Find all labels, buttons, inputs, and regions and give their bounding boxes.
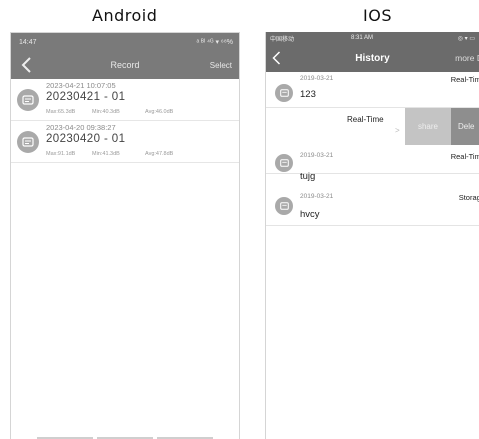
record-name: 20230421 - 01	[46, 91, 126, 103]
more-button[interactable]: more D	[455, 53, 479, 63]
record-icon	[17, 131, 39, 153]
record-type: Real-Time	[450, 152, 479, 161]
record-icon	[17, 89, 39, 111]
android-status-time: 14:47	[19, 38, 37, 46]
swiped-row-type: Real-Time	[347, 115, 384, 124]
ios-status-carrier: 中国移动	[270, 36, 295, 43]
list-item[interactable]: 2023-04-21 10:07:05 20230421 - 01 Max:65…	[11, 79, 239, 121]
record-date: 2019-03-21	[300, 152, 334, 159]
android-app-bar: Record Select	[11, 51, 239, 79]
android-status-bar: 14:47 ᵃ ᴮᴵ ⁴ᴳ ▾ ⁶⁸%	[11, 33, 239, 51]
delete-button[interactable]: Dele	[451, 108, 479, 145]
record-type: Real-Time	[450, 75, 479, 84]
record-min: Min:41.3dB	[92, 151, 120, 157]
record-type: Storage	[458, 193, 479, 202]
share-button[interactable]: share	[405, 108, 451, 145]
record-name: 123	[300, 89, 316, 100]
back-icon[interactable]	[272, 49, 286, 67]
record-max: Max:65.3dB	[46, 109, 76, 115]
record-date: 2023-04-21 10:07:05	[46, 81, 116, 90]
record-date: 2023-04-20 09:38:27	[46, 123, 116, 132]
record-date: 2019-03-21	[300, 75, 334, 82]
android-page-title: Record	[110, 60, 140, 70]
record-icon	[275, 84, 293, 102]
record-name: tujg	[300, 171, 316, 182]
record-icon	[275, 197, 293, 215]
chevron-right-icon: >	[395, 126, 400, 135]
record-stats: Max:91.1dB Min:41.3dB Avg:47.8dB	[46, 151, 173, 157]
record-avg: Avg:46.0dB	[145, 109, 174, 115]
record-icon	[275, 154, 293, 172]
ios-page-title: History	[355, 52, 390, 64]
back-icon[interactable]	[17, 55, 35, 75]
record-min: Min:40.3dB	[92, 109, 120, 115]
record-stats: Max:65.3dB Min:40.3dB Avg:46.0dB	[46, 109, 173, 115]
android-label: Android	[92, 6, 158, 25]
record-avg: Avg:47.8dB	[145, 151, 174, 157]
list-item[interactable]: 2019-03-21 Real-Time tujg	[266, 149, 479, 182]
list-item[interactable]: 2019-03-21 Real-Time 123	[266, 72, 479, 108]
ios-screen: 中国移动 8:31 AM ◎ ▾ ▭ History more D 2019-0…	[265, 32, 479, 439]
list-item[interactable]: 2023-04-20 09:38:27 20230420 - 01 Max:91…	[11, 121, 239, 163]
ios-nav-bar: History more D	[266, 44, 479, 72]
ios-status-icons: ◎ ▾ ▭	[457, 35, 475, 42]
record-name: hvcy	[300, 209, 320, 220]
android-screen: 14:47 ᵃ ᴮᴵ ⁴ᴳ ▾ ⁶⁸% Record Select 2023-0…	[10, 32, 240, 439]
record-name: 20230420 - 01	[46, 133, 126, 145]
android-status-icons: ᵃ ᴮᴵ ⁴ᴳ ▾ ⁶⁸%	[196, 39, 233, 46]
record-max: Max:91.1dB	[46, 151, 76, 157]
swiped-row[interactable]: Real-Time > share Dele	[266, 108, 479, 145]
list-item[interactable]: 2019-03-21 Storage hvcy	[266, 190, 479, 226]
record-date: 2019-03-21	[300, 193, 334, 200]
ios-status-time: 8:31 AM	[351, 35, 374, 41]
ios-label: IOS	[363, 6, 392, 25]
select-button[interactable]: Select	[210, 61, 232, 70]
ios-status-bar: 中国移动 8:31 AM ◎ ▾ ▭	[266, 32, 479, 44]
